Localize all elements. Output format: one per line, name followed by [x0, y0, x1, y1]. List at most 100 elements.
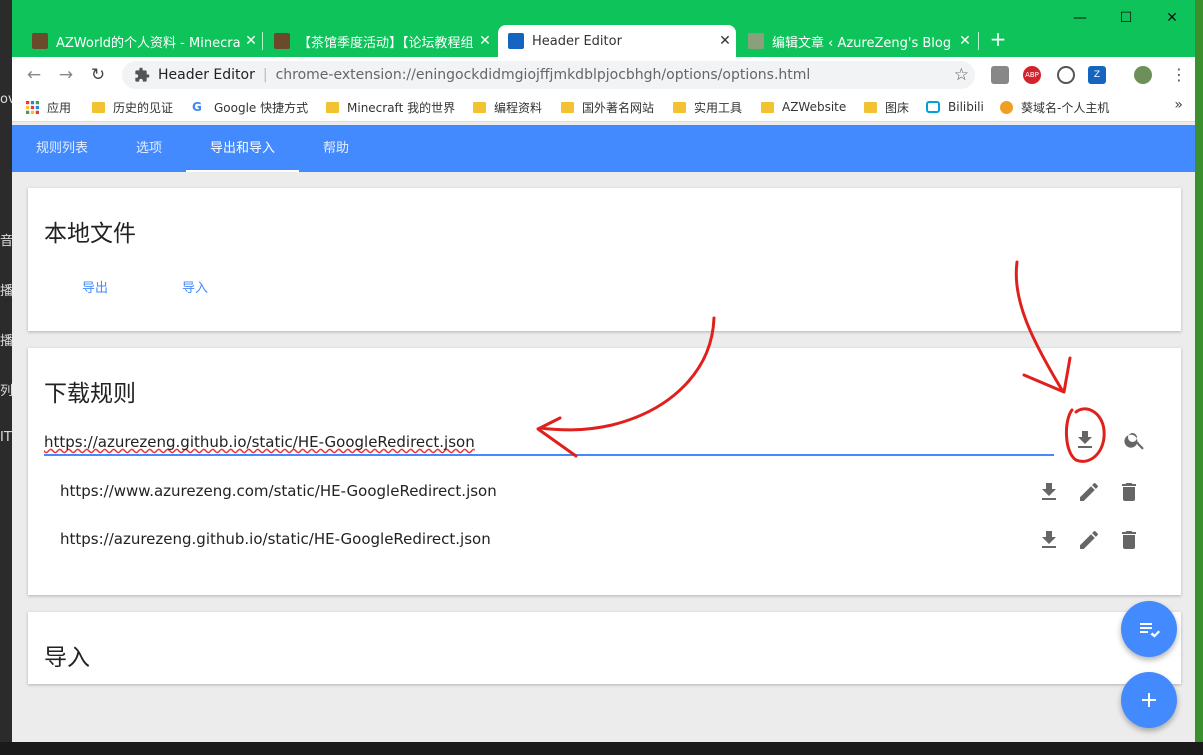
close-icon[interactable]: ✕ [714, 33, 736, 49]
address-bar[interactable]: Header Editor | chrome-extension://ening… [122, 61, 975, 89]
coin-icon [1000, 100, 1013, 114]
back-button[interactable]: ← [24, 65, 44, 85]
download-rules-card: 下载规则 https://azurezeng.github.io/static/… [28, 348, 1181, 595]
header-editor-ext-icon[interactable]: Z [1088, 66, 1106, 84]
window-controls: — ☐ ✕ [1057, 10, 1195, 26]
edit-pencil-icon [1080, 530, 1098, 549]
close-icon[interactable]: ✕ [240, 33, 262, 49]
tab-header-editor[interactable]: Header Editor ✕ [498, 25, 736, 57]
app-tab-bar: 规则列表 选项 导出和导入 帮助 [12, 125, 1195, 172]
apps-grid-icon [26, 100, 39, 114]
bookmark-label: 图床 [885, 100, 910, 115]
bookmark-label: 历史的见证 [113, 100, 174, 115]
ext-circle-icon[interactable] [1057, 66, 1075, 84]
desktop-text-fragment: ov [0, 92, 12, 107]
tab-options[interactable]: 选项 [120, 125, 178, 172]
tab-strip: AZWorld的个人资料 - Minecraf ✕ 【茶馆季度活动】【论坛教程组… [12, 0, 1195, 57]
add-rule-fab[interactable] [1121, 672, 1177, 728]
bookmark-apps[interactable]: 应用 [26, 98, 71, 116]
bookmark-google-shortcuts[interactable]: G Google 快捷方式 [192, 98, 308, 116]
search-icon [1124, 433, 1144, 450]
local-file-card: 本地文件 导出 导入 [28, 188, 1181, 331]
close-window-button[interactable]: ✕ [1149, 10, 1195, 26]
taskbar-strip [0, 742, 1203, 755]
bilibili-icon [926, 101, 940, 113]
bookmark-folder[interactable]: AZWebsite [761, 98, 846, 116]
minimize-button[interactable]: — [1057, 10, 1103, 26]
rule-url-input[interactable]: https://azurezeng.github.io/static/HE-Go… [44, 430, 1054, 456]
bookmark-domain-host[interactable]: 葵域名-个人主机 [1000, 98, 1109, 116]
history-download-button[interactable] [1037, 480, 1061, 504]
google-icon: G [192, 100, 202, 114]
history-edit-button[interactable] [1077, 528, 1101, 552]
close-icon[interactable]: ✕ [474, 33, 496, 49]
maximize-button[interactable]: ☐ [1103, 10, 1149, 26]
bookmark-folder[interactable]: Minecraft 我的世界 [326, 98, 455, 116]
history-delete-button[interactable] [1117, 528, 1141, 552]
blog-avatar-icon [748, 33, 764, 49]
export-button[interactable]: 导出 [82, 277, 108, 296]
tab-help[interactable]: 帮助 [308, 125, 364, 172]
ext-gray-icon[interactable] [991, 66, 1009, 84]
bookmark-label: 国外著名网站 [582, 100, 655, 115]
bookmark-label: Minecraft 我的世界 [347, 100, 456, 115]
tab-export-import[interactable]: 导出和导入 [186, 125, 299, 172]
bookmark-label: Google 快捷方式 [214, 100, 309, 115]
tab-rules-list[interactable]: 规则列表 [22, 125, 102, 172]
history-edit-button[interactable] [1077, 480, 1101, 504]
search-button[interactable] [1123, 428, 1147, 452]
minecraft-block-icon [274, 33, 290, 49]
history-url-2[interactable]: https://azurezeng.github.io/static/HE-Go… [60, 530, 491, 548]
profile-avatar-icon[interactable] [1134, 66, 1152, 84]
bookmarks-more-button[interactable]: » [1174, 97, 1183, 113]
bookmark-folder[interactable]: 历史的见证 [92, 98, 173, 116]
folder-icon [326, 101, 339, 113]
extension-puzzle-icon [135, 67, 150, 82]
url-text: chrome-extension://eningockdidmgiojffjmk… [275, 67, 811, 83]
history-url-1[interactable]: https://www.azurezeng.com/static/HE-Goog… [60, 482, 497, 500]
url-separator: | [262, 67, 268, 83]
abp-icon[interactable]: ABP [1023, 66, 1041, 84]
tab-separator [978, 32, 979, 50]
import-button[interactable]: 导入 [182, 277, 208, 296]
bookmark-folder[interactable]: 图床 [864, 98, 909, 116]
history-delete-button[interactable] [1117, 480, 1141, 504]
close-icon[interactable]: ✕ [954, 33, 976, 49]
import-card: 导入 [28, 612, 1181, 684]
minecraft-block-icon [32, 33, 48, 49]
history-download-button[interactable] [1037, 528, 1061, 552]
import-title: 导入 [44, 645, 90, 671]
bookmark-star-icon[interactable]: ☆ [954, 65, 969, 85]
bookmark-label: 实用工具 [694, 100, 743, 115]
menu-icon[interactable]: ⋮ [1171, 65, 1187, 84]
tab-blog-edit[interactable]: 编辑文章 ‹ AzureZeng's Blog — ✕ [738, 25, 976, 57]
reload-button[interactable]: ↻ [88, 65, 108, 85]
tab-title: 【茶馆季度活动】【论坛教程组】 [298, 35, 474, 51]
bookmark-folder[interactable]: 编程资料 [473, 98, 542, 116]
browser-toolbar: ← → ↻ Header Editor | chrome-extension:/… [12, 57, 1195, 93]
tab-separator [262, 32, 263, 50]
tab-azworld-profile[interactable]: AZWorld的个人资料 - Minecraf ✕ [22, 25, 262, 57]
browser-window: AZWorld的个人资料 - Minecraf ✕ 【茶馆季度活动】【论坛教程组… [12, 0, 1195, 742]
download-icon [1042, 483, 1056, 500]
tab-forum-event[interactable]: 【茶馆季度活动】【论坛教程组】 ✕ [264, 25, 496, 57]
tab-title: Header Editor [532, 33, 622, 49]
new-tab-button[interactable]: + [986, 28, 1010, 52]
bookmark-folder[interactable]: 国外著名网站 [561, 98, 654, 116]
rule-list-fab[interactable] [1121, 601, 1177, 657]
header-editor-icon [508, 33, 524, 49]
playlist-check-icon [1140, 623, 1160, 638]
bookmark-label: 应用 [47, 100, 72, 115]
tab-title: 编辑文章 ‹ AzureZeng's Blog — [772, 35, 954, 51]
bookmark-bilibili[interactable]: Bilibili [926, 98, 984, 116]
forward-button[interactable]: → [56, 65, 76, 85]
bookmark-folder[interactable]: 实用工具 [673, 98, 742, 116]
desktop-text-fragment: 列 [0, 384, 12, 399]
desktop-text-fragment: 音 [0, 234, 12, 249]
page-name: Header Editor [158, 67, 255, 83]
folder-icon [561, 101, 574, 113]
desktop-left-strip: ov 音 播 播 列 IT [0, 0, 12, 755]
trash-icon [1122, 483, 1136, 501]
folder-icon [92, 101, 105, 113]
download-button[interactable] [1073, 428, 1097, 452]
